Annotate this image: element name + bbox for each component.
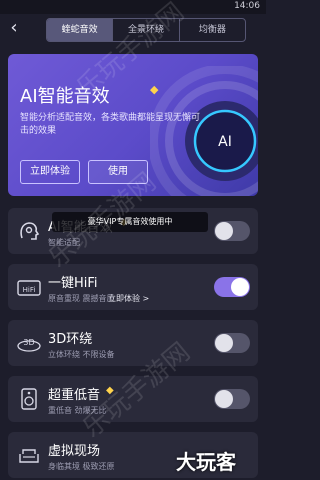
corner-watermark: 大玩客 xyxy=(176,450,236,474)
status-time: 14:06 xyxy=(234,1,260,11)
back-arrow-icon[interactable]: ‹ xyxy=(4,18,24,40)
bass-boost-toggle[interactable] xyxy=(214,389,250,409)
toggle-knob xyxy=(215,222,233,240)
status-bar: 14:06 xyxy=(0,0,266,14)
effect-subtitle: 原音重现 震撼音质 xyxy=(48,294,115,303)
effect-card-3d[interactable]: 3D 3D环绕 立体环绕 不限设备 xyxy=(8,320,258,366)
effect-card-hifi[interactable]: HiFi 一键HiFi 原音重现 震撼音质 立即体验 > xyxy=(8,264,258,310)
vip-diamond-icon: ◆ xyxy=(150,83,159,96)
banner-description: 智能分析适配音效，各类歌曲都能呈现无懈可击的效果 xyxy=(20,113,201,136)
effect-title: 3D环绕 xyxy=(48,332,93,347)
effect-subtitle: 立体环绕 不限设备 xyxy=(48,350,115,359)
try-now-button[interactable]: 立即体验 xyxy=(20,160,80,184)
tab-equalizer[interactable]: 均衡器 xyxy=(180,19,245,41)
ai-ring-label: AI xyxy=(218,134,232,150)
effect-title: 一键HiFi xyxy=(48,276,98,291)
speaker-icon xyxy=(21,388,37,410)
ai-effect-toggle[interactable] xyxy=(214,221,250,241)
effect-title: 虚拟现场 xyxy=(48,444,101,459)
3d-icon: 3D xyxy=(17,338,41,352)
3d-surround-toggle[interactable] xyxy=(214,333,250,353)
toggle-knob xyxy=(231,278,249,296)
toggle-knob xyxy=(215,390,233,408)
toggle-knob xyxy=(215,334,233,352)
tab-viper-effects[interactable]: 蝰蛇音效 xyxy=(47,19,114,41)
ai-head-icon xyxy=(20,222,40,240)
svg-text:HiFi: HiFi xyxy=(23,286,36,294)
hifi-icon: HiFi xyxy=(17,280,41,296)
try-now-link[interactable]: 立即体验 > xyxy=(108,293,149,304)
effect-subtitle: 身临其境 极致还原 xyxy=(48,462,115,471)
sofa-icon xyxy=(19,449,39,463)
hifi-toggle[interactable] xyxy=(214,277,250,297)
svg-text:3D: 3D xyxy=(23,338,34,347)
